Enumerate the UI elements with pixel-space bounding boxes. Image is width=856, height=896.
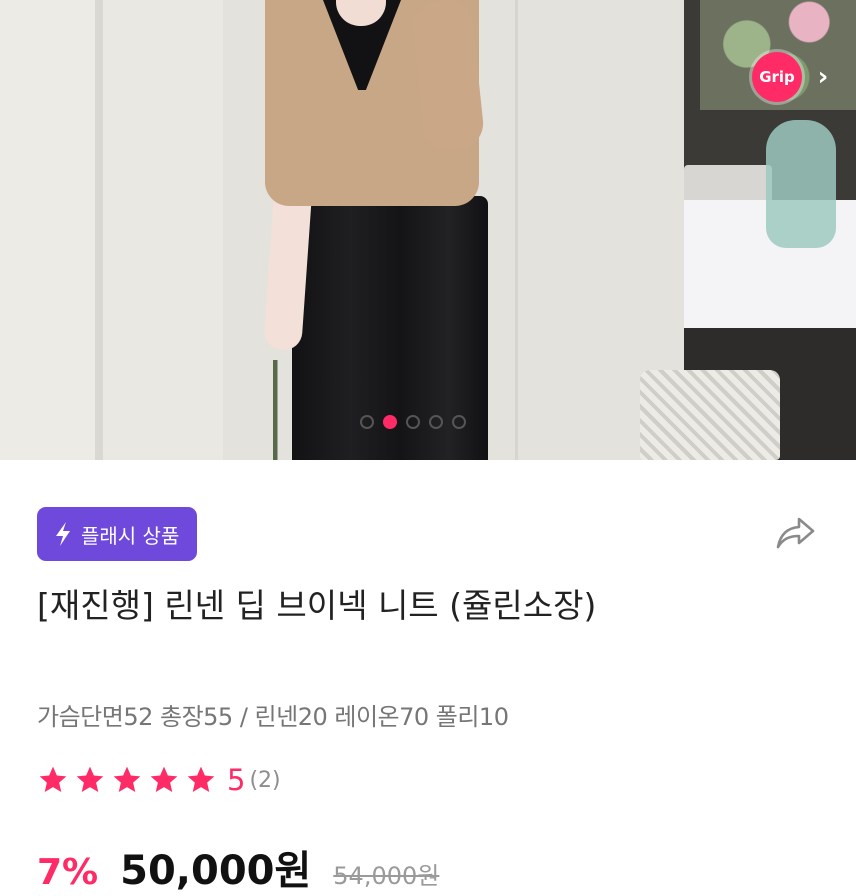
review-count: (2) [249, 767, 281, 793]
discount-rate: 7% [37, 852, 99, 893]
sale-price: 50,000원 [120, 848, 312, 894]
price-row: 7% 50,000원 54,000원 [37, 838, 439, 894]
product-title: [재진행] 린넨 딥 브이넥 니트 (쥴린소장) [37, 586, 597, 625]
flash-product-badge: 플래시 상품 [37, 507, 198, 561]
share-button[interactable] [772, 510, 818, 556]
star-icon [187, 766, 215, 792]
flash-badge-label: 플래시 상품 [81, 523, 180, 548]
grip-live-button[interactable]: Grip [752, 52, 802, 102]
star-icon [113, 766, 141, 792]
chevron-right-icon[interactable]: › [808, 62, 838, 92]
product-spec: 가슴단면52 총장55 / 린넨20 레이온70 폴리10 [37, 703, 509, 731]
carousel-dot[interactable] [360, 415, 374, 429]
carousel-dot[interactable] [429, 415, 443, 429]
product-image-carousel[interactable]: Grip › [0, 0, 856, 460]
grip-label: Grip [759, 68, 795, 86]
star-rating [37, 764, 217, 796]
carousel-pagination [360, 412, 466, 432]
share-arrow-icon [776, 517, 815, 549]
star-icon [150, 766, 178, 792]
rating[interactable]: 5 (2) [37, 760, 281, 800]
photo-background [0, 0, 95, 460]
lightning-bolt-icon [56, 522, 70, 546]
carousel-dot[interactable] [406, 415, 420, 429]
carousel-dot[interactable] [452, 415, 466, 429]
star-icon [76, 766, 104, 792]
star-icon [39, 766, 67, 792]
original-price: 54,000원 [333, 862, 440, 890]
carousel-dot[interactable] [383, 415, 397, 429]
rating-value: 5 [227, 763, 246, 797]
